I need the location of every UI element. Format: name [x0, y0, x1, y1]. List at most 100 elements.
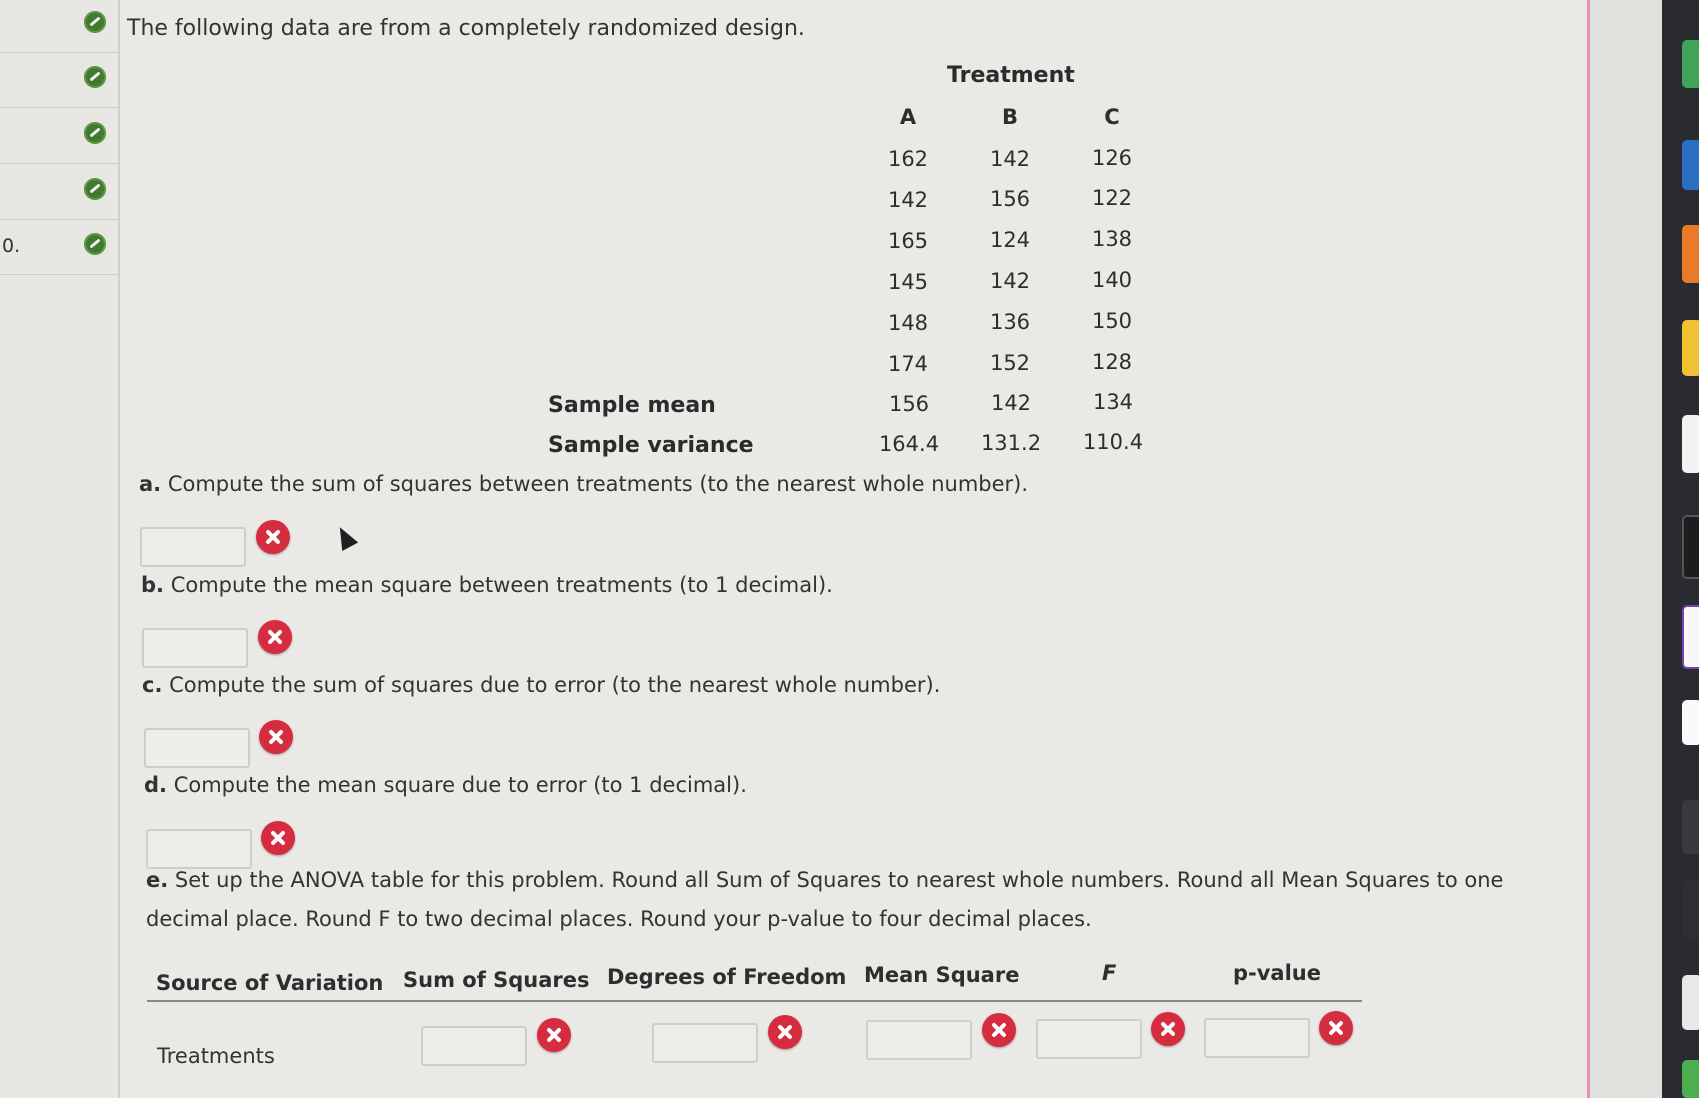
nav-item-1[interactable] [0, 0, 118, 53]
data-cell: 162 [887, 147, 929, 171]
data-cell: 142 [887, 188, 929, 212]
question-text: Compute the mean square due to error (to… [173, 773, 747, 797]
nav-item-2[interactable] [0, 52, 118, 108]
anova-header-ss: Sum of Squares [403, 968, 590, 992]
nav-item-number: 0. [2, 235, 21, 257]
incorrect-icon [258, 620, 292, 654]
data-cell: 138 [1091, 227, 1133, 251]
sample-mean-label: Sample mean [548, 393, 716, 418]
dock-app-icon[interactable] [1682, 800, 1699, 854]
anova-header-divider [147, 1000, 1362, 1002]
question-navigator: 0. [0, 0, 120, 1098]
dock-app-icon[interactable] [1682, 225, 1699, 283]
nav-item-3[interactable] [0, 108, 118, 164]
data-cell: 150 [1091, 309, 1133, 333]
anova-header-pvalue: p-value [1233, 961, 1321, 985]
nav-item-5[interactable]: 0. [0, 219, 118, 275]
answer-c-input[interactable] [144, 728, 250, 768]
data-cell: 142 [989, 147, 1031, 171]
data-cell: 148 [887, 311, 929, 335]
data-cell: 136 [989, 310, 1031, 334]
window-gap [1590, 0, 1662, 1098]
incorrect-icon [982, 1013, 1016, 1047]
anova-treatments-ss-input[interactable] [421, 1026, 527, 1066]
data-cell: 122 [1091, 186, 1133, 210]
question-d: d. Compute the mean square due to error … [144, 773, 747, 797]
answer-a-input[interactable] [140, 527, 246, 567]
question-text: Compute the sum of squares due to error … [169, 673, 941, 697]
question-text: Compute the mean square between treatmen… [170, 573, 833, 597]
dock-app-icon[interactable] [1682, 880, 1699, 938]
dock-bar [1662, 0, 1699, 1098]
sample-variance-cell: 110.4 [1082, 430, 1144, 454]
answer-d-input[interactable] [146, 829, 252, 869]
incorrect-icon [537, 1018, 571, 1052]
check-circle-icon [84, 178, 106, 200]
question-letter: d. [144, 773, 168, 797]
data-cell: 128 [1091, 350, 1133, 374]
data-cell: 145 [887, 270, 929, 294]
problem-intro: The following data are from a completely… [127, 16, 805, 41]
anova-treatments-df-input[interactable] [652, 1023, 758, 1063]
sample-variance-cell: 164.4 [878, 432, 940, 456]
question-text: Set up the ANOVA table for this problem.… [174, 868, 1504, 892]
sample-mean-cell: 156 [888, 392, 930, 416]
incorrect-icon [1151, 1012, 1185, 1046]
question-b: b. Compute the mean square between treat… [141, 573, 833, 597]
data-cell: 140 [1091, 268, 1133, 292]
data-cell: 126 [1091, 146, 1133, 170]
anova-treatments-ms-input[interactable] [866, 1020, 972, 1060]
sample-mean-cell: 134 [1092, 390, 1134, 414]
nav-item-4[interactable] [0, 164, 118, 220]
incorrect-icon [768, 1015, 802, 1049]
column-header-c: C [1104, 105, 1120, 129]
dock-app-icon[interactable] [1682, 40, 1699, 88]
anova-header-f: F [1102, 961, 1116, 985]
incorrect-icon [259, 720, 293, 754]
question-c: c. Compute the sum of squares due to err… [142, 673, 940, 697]
question-e: e. Set up the ANOVA table for this probl… [146, 868, 1503, 892]
data-cell: 124 [989, 228, 1031, 252]
incorrect-icon [261, 821, 295, 855]
sample-variance-cell: 131.2 [980, 431, 1042, 455]
question-e-continued: decimal place. Round F to two decimal pl… [146, 907, 1092, 931]
anova-header-df: Degrees of Freedom [607, 965, 847, 989]
incorrect-icon [256, 520, 290, 554]
data-cell: 152 [989, 351, 1031, 375]
question-letter: b. [141, 573, 165, 597]
dock-app-icon[interactable] [1682, 975, 1699, 1030]
anova-treatments-pvalue-input[interactable] [1204, 1018, 1310, 1058]
answer-b-input[interactable] [142, 628, 248, 668]
anova-treatments-f-input[interactable] [1036, 1019, 1142, 1059]
dock-app-icon[interactable] [1682, 700, 1699, 745]
anova-row-treatments-label: Treatments [157, 1044, 275, 1068]
question-letter: a. [139, 472, 162, 496]
question-letter: c. [142, 673, 163, 697]
sample-variance-label: Sample variance [548, 433, 754, 458]
column-header-a: A [899, 105, 917, 129]
question-text: Compute the sum of squares between treat… [167, 472, 1029, 496]
dock-app-icon[interactable] [1682, 140, 1699, 190]
column-header-b: B [1001, 105, 1018, 129]
dock-app-icon[interactable] [1682, 320, 1699, 376]
data-cell: 142 [989, 269, 1031, 293]
check-circle-icon [84, 66, 106, 88]
anova-header-ms: Mean Square [864, 963, 1020, 987]
dock-app-icon[interactable] [1682, 515, 1699, 579]
data-cell: 156 [989, 187, 1031, 211]
incorrect-icon [1319, 1011, 1353, 1045]
anova-header-f-text: F [1102, 961, 1117, 985]
treatment-header: Treatment [947, 63, 1075, 88]
check-circle-icon [84, 122, 106, 144]
question-a: a. Compute the sum of squares between tr… [139, 472, 1028, 496]
anova-header-source: Source of Variation [156, 971, 384, 995]
question-letter: e. [146, 868, 169, 892]
sample-mean-cell: 142 [990, 391, 1032, 415]
dock-app-icon[interactable] [1682, 605, 1699, 669]
dock-app-icon[interactable] [1682, 415, 1699, 473]
dock-app-icon[interactable] [1682, 1060, 1699, 1098]
check-circle-icon [84, 11, 106, 33]
check-circle-icon [84, 233, 106, 255]
data-cell: 165 [887, 229, 929, 253]
data-cell: 174 [887, 352, 929, 376]
